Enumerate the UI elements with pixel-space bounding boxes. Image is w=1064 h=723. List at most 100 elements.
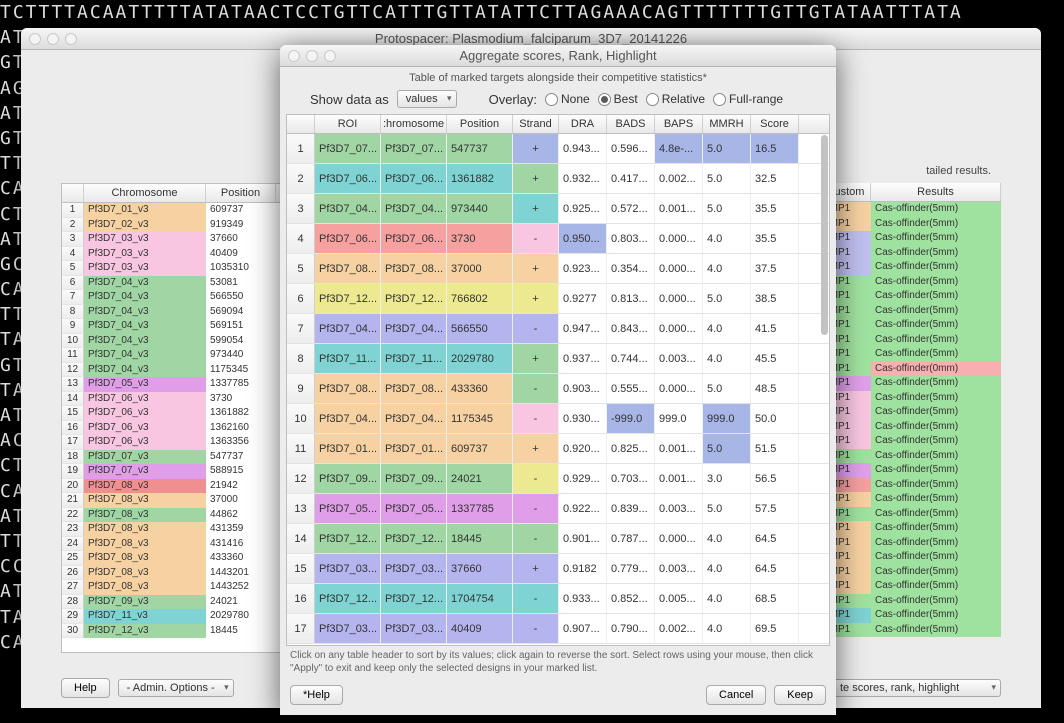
table-row[interactable]: EMP1Cas-offinder(5mm) <box>821 217 1001 232</box>
table-row[interactable]: 28Pf3D7_09_v324021- <box>62 595 290 610</box>
traffic-lights[interactable] <box>29 33 77 45</box>
overlay-full-radio[interactable]: Full-range <box>713 92 783 106</box>
table-row[interactable]: 27Pf3D7_08_v31443252+ <box>62 580 290 595</box>
table-row[interactable]: EMP1Cas-offinder(0mm) <box>821 362 1001 377</box>
help-button[interactable]: Help <box>61 678 110 698</box>
table-row[interactable]: EMP1Cas-offinder(5mm) <box>821 246 1001 261</box>
table-row[interactable]: EMP1Cas-offinder(5mm) <box>821 623 1001 638</box>
table-row[interactable]: 21Pf3D7_08_v337000+ <box>62 493 290 508</box>
dialog-controls: Show data as values Overlay: None Best R… <box>280 88 836 114</box>
table-row[interactable]: EMP1Cas-offinder(5mm) <box>821 405 1001 420</box>
table-row[interactable]: 26Pf3D7_08_v31443201- <box>62 566 290 581</box>
left-table: Chromosome Position S 1Pf3D7_01_v3609737… <box>61 183 291 653</box>
table-row[interactable]: 10 Pf3D7_04... Pf3D7_04... 1175345 - 0.9… <box>287 404 829 434</box>
overlay-relative-radio[interactable]: Relative <box>646 92 705 106</box>
table-row[interactable]: 2 Pf3D7_06... Pf3D7_06... 1361882 + 0.93… <box>287 164 829 194</box>
table-row[interactable]: 16 Pf3D7_12... Pf3D7_12... 1704754 - 0.9… <box>287 584 829 614</box>
table-row[interactable]: 15Pf3D7_06_v31361882+ <box>62 406 290 421</box>
table-row[interactable]: 12Pf3D7_04_v31175345- <box>62 363 290 378</box>
dialog-help-button[interactable]: *Help <box>290 685 343 705</box>
table-row[interactable]: EMP1Cas-offinder(5mm) <box>821 347 1001 362</box>
table-row[interactable]: 13 Pf3D7_05... Pf3D7_05... 1337785 - 0.9… <box>287 494 829 524</box>
table-row[interactable]: EMP1Cas-offinder(5mm) <box>821 304 1001 319</box>
table-row[interactable]: 16Pf3D7_06_v31362160+ <box>62 421 290 436</box>
table-row[interactable]: 5 Pf3D7_08... Pf3D7_08... 37000 + 0.923.… <box>287 254 829 284</box>
overlay-none-radio[interactable]: None <box>545 92 590 106</box>
table-row[interactable]: 30Pf3D7_12_v318445- <box>62 624 290 639</box>
table-row[interactable]: 8Pf3D7_04_v3569094+ <box>62 305 290 320</box>
table-row[interactable]: 17 Pf3D7_03... Pf3D7_03... 40409 - 0.907… <box>287 614 829 644</box>
table-row[interactable]: 20Pf3D7_08_v321942+ <box>62 479 290 494</box>
table-row[interactable]: 13Pf3D7_05_v31337785- <box>62 377 290 392</box>
table-row[interactable]: EMP1Cas-offinder(5mm) <box>821 478 1001 493</box>
table-row[interactable]: EMP1Cas-offinder(5mm) <box>821 536 1001 551</box>
table-row[interactable]: 12 Pf3D7_09... Pf3D7_09... 24021 - 0.929… <box>287 464 829 494</box>
table-row[interactable]: 5Pf3D7_03_v31035310- <box>62 261 290 276</box>
table-row[interactable]: EMP1Cas-offinder(5mm) <box>821 434 1001 449</box>
table-row[interactable]: 7Pf3D7_04_v3566550- <box>62 290 290 305</box>
table-row[interactable]: EMP1Cas-offinder(5mm) <box>821 463 1001 478</box>
table-row[interactable]: 17Pf3D7_06_v31363356- <box>62 435 290 450</box>
table-row[interactable]: EMP1Cas-offinder(5mm) <box>821 275 1001 290</box>
table-row[interactable]: 25Pf3D7_08_v3433360- <box>62 551 290 566</box>
table-row[interactable]: 1Pf3D7_01_v3609737+ <box>62 203 290 218</box>
table-row[interactable]: 10Pf3D7_04_v3599054+ <box>62 334 290 349</box>
table-row[interactable]: EMP1Cas-offinder(5mm) <box>821 507 1001 522</box>
table-row[interactable]: 2Pf3D7_02_v3919349- <box>62 218 290 233</box>
table-row[interactable]: 14 Pf3D7_12... Pf3D7_12... 18445 - 0.901… <box>287 524 829 554</box>
table-row[interactable]: EMP1Cas-offinder(5mm) <box>821 594 1001 609</box>
table-row[interactable]: EMP1Cas-offinder(5mm) <box>821 202 1001 217</box>
table-row[interactable]: 19Pf3D7_07_v3588915+ <box>62 464 290 479</box>
table-row[interactable]: 6 Pf3D7_12... Pf3D7_12... 766802 + 0.927… <box>287 284 829 314</box>
table-row[interactable]: EMP1Cas-offinder(5mm) <box>821 565 1001 580</box>
right-table-head[interactable]: Custom Results <box>821 183 1001 202</box>
table-row[interactable]: EMP1Cas-offinder(5mm) <box>821 333 1001 348</box>
show-as-label: Show data as <box>310 92 389 107</box>
cancel-button[interactable]: Cancel <box>706 685 766 705</box>
table-row[interactable]: EMP1Cas-offinder(5mm) <box>821 231 1001 246</box>
table-row[interactable]: EMP1Cas-offinder(5mm) <box>821 579 1001 594</box>
table-row[interactable]: 24Pf3D7_08_v3431416- <box>62 537 290 552</box>
table-row[interactable]: 3 Pf3D7_04... Pf3D7_04... 973440 + 0.925… <box>287 194 829 224</box>
table-row[interactable]: EMP1Cas-offinder(5mm) <box>821 449 1001 464</box>
dialog-table-head[interactable]: ROI :hromosome Position Strand DRA BADS … <box>287 115 829 134</box>
dialog-titlebar[interactable]: Aggregate scores, Rank, Highlight <box>280 45 836 67</box>
table-row[interactable]: EMP1Cas-offinder(5mm) <box>821 260 1001 275</box>
right-action-combo[interactable]: te scores, rank, highlight <box>831 679 1001 697</box>
keep-button[interactable]: Keep <box>774 685 826 705</box>
table-row[interactable]: 15 Pf3D7_03... Pf3D7_03... 37660 + 0.918… <box>287 554 829 584</box>
admin-options-combo[interactable]: - Admin. Options - <box>118 679 234 697</box>
table-row[interactable]: 4 Pf3D7_06... Pf3D7_06... 3730 - 0.950..… <box>287 224 829 254</box>
table-row[interactable]: 1 Pf3D7_07... Pf3D7_07... 547737 + 0.943… <box>287 134 829 164</box>
table-row[interactable]: EMP1Cas-offinder(5mm) <box>821 318 1001 333</box>
table-row[interactable]: 7 Pf3D7_04... Pf3D7_04... 566550 - 0.947… <box>287 314 829 344</box>
overlay-best-radio[interactable]: Best <box>598 92 638 106</box>
table-row[interactable]: 11 Pf3D7_01... Pf3D7_01... 609737 + 0.92… <box>287 434 829 464</box>
table-row[interactable]: EMP1Cas-offinder(5mm) <box>821 420 1001 435</box>
table-row[interactable]: 6Pf3D7_04_v353081- <box>62 276 290 291</box>
table-row[interactable]: EMP1Cas-offinder(5mm) <box>821 289 1001 304</box>
table-row[interactable]: 22Pf3D7_08_v344862+ <box>62 508 290 523</box>
hint-right: tailed results. <box>926 165 991 177</box>
table-row[interactable]: 3Pf3D7_03_v337660+ <box>62 232 290 247</box>
table-row[interactable]: EMP1Cas-offinder(5mm) <box>821 376 1001 391</box>
table-row[interactable]: EMP1Cas-offinder(5mm) <box>821 521 1001 536</box>
table-row[interactable]: EMP1Cas-offinder(5mm) <box>821 391 1001 406</box>
table-row[interactable]: EMP1Cas-offinder(5mm) <box>821 608 1001 623</box>
table-row[interactable]: 14Pf3D7_06_v33730- <box>62 392 290 407</box>
table-row[interactable]: 4Pf3D7_03_v340409- <box>62 247 290 262</box>
table-row[interactable]: EMP1Cas-offinder(5mm) <box>821 550 1001 565</box>
table-row[interactable]: EMP1Cas-offinder(5mm) <box>821 492 1001 507</box>
scrollbar-handle[interactable] <box>821 135 828 335</box>
table-row[interactable]: 29Pf3D7_11_v32029780+ <box>62 609 290 624</box>
dialog-traffic-lights[interactable] <box>288 50 336 62</box>
table-row[interactable]: 9Pf3D7_04_v3569151- <box>62 319 290 334</box>
table-row[interactable]: 18Pf3D7_07_v3547737+ <box>62 450 290 465</box>
left-table-head[interactable]: Chromosome Position S <box>62 184 290 203</box>
table-row[interactable]: 11Pf3D7_04_v3973440+ <box>62 348 290 363</box>
table-row[interactable]: 23Pf3D7_08_v3431359+ <box>62 522 290 537</box>
table-row[interactable]: 8 Pf3D7_11... Pf3D7_11... 2029780 + 0.93… <box>287 344 829 374</box>
values-combo[interactable]: values <box>397 90 457 108</box>
dialog-footer-text: Click on any table header to sort by its… <box>280 646 836 679</box>
table-row[interactable]: 9 Pf3D7_08... Pf3D7_08... 433360 - 0.903… <box>287 374 829 404</box>
